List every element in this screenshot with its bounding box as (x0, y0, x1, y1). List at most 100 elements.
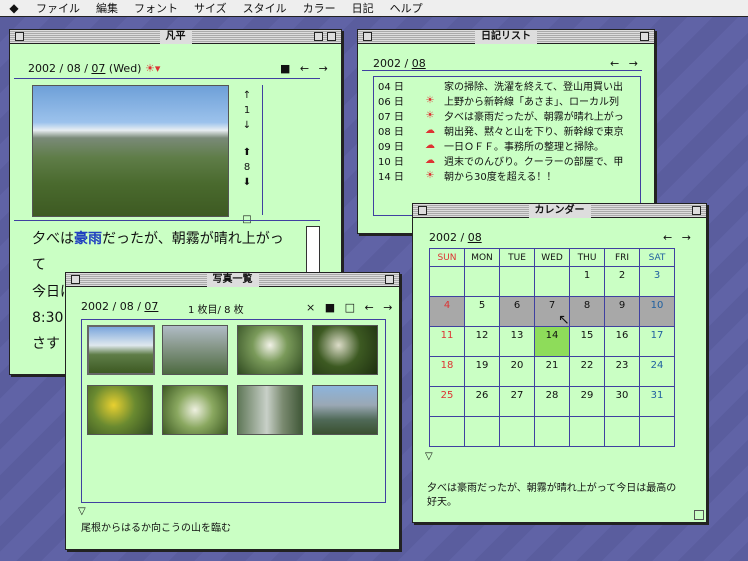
menu-edit[interactable]: 編集 (88, 0, 126, 16)
calendar-day[interactable] (464, 266, 500, 297)
calendar-day[interactable] (604, 416, 640, 447)
calendar-day[interactable] (429, 266, 465, 297)
calendar-day[interactable]: 11 (429, 326, 465, 357)
menu-style[interactable]: スタイル (235, 0, 295, 16)
sun-icon[interactable]: ☀▾ (145, 62, 160, 75)
calendar-day[interactable]: 27 (499, 386, 535, 417)
photo-caption: 尾根からはるか向こうの山を臨む (81, 523, 231, 534)
collapse-box-icon[interactable] (640, 32, 649, 41)
calendar-day[interactable]: 20 (499, 356, 535, 387)
calendar-day[interactable] (499, 416, 535, 447)
calendar-day[interactable]: 3 (639, 266, 675, 297)
diary-list-title-bar[interactable]: 日記リスト (358, 30, 654, 44)
calendar-day[interactable]: 19 (464, 356, 500, 387)
calendar-day[interactable]: 4 (429, 296, 465, 327)
calendar-day[interactable] (639, 416, 675, 447)
calendar-day[interactable]: 31 (639, 386, 675, 417)
list-item[interactable]: 06 日 ☀ 上野から新幹線「あさま」、ローカル列 (378, 93, 636, 108)
calendar-day[interactable] (464, 416, 500, 447)
menu-size[interactable]: サイズ (186, 0, 235, 16)
calendar-day[interactable]: 18 (429, 356, 465, 387)
calendar-day[interactable]: 2 (604, 266, 640, 297)
calendar-day[interactable] (569, 416, 605, 447)
diary-title-bar[interactable]: 凡平 (10, 30, 341, 44)
photo-nav[interactable]: × ■ □ ← → (306, 301, 395, 314)
photo-thumbnail[interactable] (87, 325, 155, 375)
menu-help[interactable]: ヘルプ (382, 0, 431, 16)
calendar-day[interactable]: 12 (464, 326, 500, 357)
prev-photo-button[interactable]: ↑ (240, 88, 254, 103)
calendar-day[interactable]: 25 (429, 386, 465, 417)
photo-thumbnail[interactable] (312, 325, 378, 375)
weather-icon: ☀ (425, 95, 435, 106)
zoom-box-icon[interactable] (314, 32, 323, 41)
list-nav[interactable]: ← → (610, 57, 641, 70)
next-photo-button[interactable]: ↓ (240, 118, 254, 133)
calendar-disclosure-icon[interactable]: ▽ (425, 451, 433, 462)
calendar-day[interactable]: 1 (569, 266, 605, 297)
list-item[interactable]: 10 日 ☁ 週末でのんびり。クーラーの部屋で、甲 (378, 153, 636, 168)
photo-thumbnail[interactable] (87, 385, 153, 435)
list-item[interactable]: 08 日 ☁ 朝出発、黙々と山を下り、新幹線で東京 (378, 123, 636, 138)
calendar-day[interactable]: 23 (604, 356, 640, 387)
menu-color[interactable]: カラー (295, 0, 344, 16)
last-photo-button[interactable]: ⬇ (240, 175, 254, 190)
calendar-day[interactable]: 28 (534, 386, 570, 417)
weekday-sun: SUN (429, 248, 465, 267)
calendar-day[interactable]: 15 (569, 326, 605, 357)
list-item[interactable]: 04 日家の掃除、洗濯を終えて、登山用買い出 (378, 78, 636, 93)
menu-file[interactable]: ファイル (28, 0, 88, 16)
close-box-icon[interactable] (418, 206, 427, 215)
window-title: カレンダー (528, 204, 591, 218)
calendar-day[interactable]: 17 (639, 326, 675, 357)
calendar-day-selected[interactable]: 14 (534, 326, 570, 357)
photo-day-link[interactable]: 07 (144, 300, 158, 313)
photo-list-title-bar[interactable]: 写真一覧 (66, 273, 399, 287)
photo-thumbnail[interactable] (312, 385, 378, 435)
list-item[interactable]: 07 日 ☀ 夕べは豪雨だったが、朝霧が晴れ上がっ (378, 108, 636, 123)
calendar-day[interactable]: 21 (534, 356, 570, 387)
photo-thumbnail[interactable] (237, 325, 303, 375)
date-day-link[interactable]: 07 (91, 62, 105, 75)
calendar-day[interactable] (534, 416, 570, 447)
menu-diary[interactable]: 日記 (344, 0, 382, 16)
calendar-day[interactable] (429, 416, 465, 447)
calendar-day[interactable] (534, 266, 570, 297)
list-item[interactable]: 09 日 ☁ 一日ＯＦＦ。事務所の整理と掃除。 (378, 138, 636, 153)
photo-thumbnail[interactable] (162, 385, 228, 435)
calendar-day[interactable]: 29 (569, 386, 605, 417)
close-box-icon[interactable] (15, 32, 24, 41)
calendar-month-link[interactable]: 08 (468, 231, 482, 244)
calendar-day[interactable]: 10 (639, 296, 675, 327)
calendar-nav[interactable]: ← → (663, 231, 694, 244)
calendar-day[interactable]: 13 (499, 326, 535, 357)
calendar-day[interactable]: 30 (604, 386, 640, 417)
apple-icon[interactable]: ◆ (0, 1, 28, 15)
menu-font[interactable]: フォント (126, 0, 186, 16)
calendar-note: 夕べは豪雨だったが、朝霧が晴れ上がって今日は最高の好天。 (427, 483, 677, 508)
calendar-day[interactable]: 5 (464, 296, 500, 327)
collapse-box-icon[interactable] (327, 32, 336, 41)
photo-disclosure-icon[interactable]: ▽ (78, 506, 86, 517)
calendar-day[interactable]: 9 (604, 296, 640, 327)
calendar-day[interactable] (499, 266, 535, 297)
calendar-month-header: 2002 / 08 (429, 231, 482, 244)
collapse-box-icon[interactable] (385, 275, 394, 284)
photo-thumbnail[interactable] (162, 325, 228, 375)
collapse-box-icon[interactable] (692, 206, 701, 215)
calendar-day[interactable]: 22 (569, 356, 605, 387)
photo-thumbnail[interactable] (237, 385, 303, 435)
close-box-icon[interactable] (71, 275, 80, 284)
diary-nav[interactable]: ■ ← → (280, 62, 331, 75)
close-box-icon[interactable] (363, 32, 372, 41)
calendar-day[interactable]: 24 (639, 356, 675, 387)
calendar-day[interactable]: 6 (499, 296, 535, 327)
list-month-link[interactable]: 08 (412, 57, 426, 70)
calendar-day[interactable]: 16 (604, 326, 640, 357)
first-photo-button[interactable]: ⬆ (240, 145, 254, 160)
calendar-title-bar[interactable]: カレンダー (413, 204, 706, 218)
list-item[interactable]: 14 日 ☀ 朝から30度を超える！！ (378, 168, 636, 183)
resize-grip-icon[interactable] (694, 510, 704, 520)
calendar-day[interactable]: 26 (464, 386, 500, 417)
calendar-day[interactable]: 8 (569, 296, 605, 327)
